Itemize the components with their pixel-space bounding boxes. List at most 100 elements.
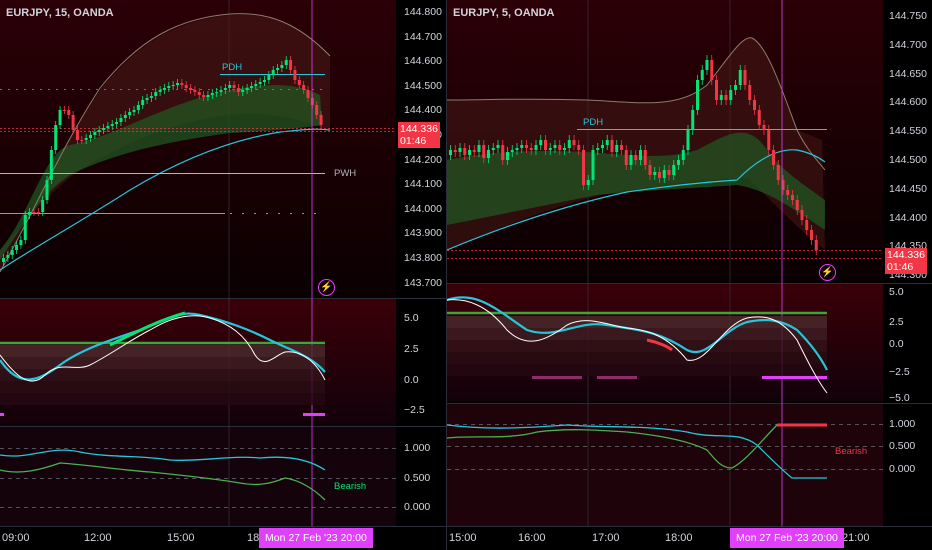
candle-body bbox=[28, 212, 32, 215]
axis-tick-label: 144.550 bbox=[889, 125, 927, 138]
crosshair-time-label: Mon 27 Feb '23 20:00 bbox=[259, 528, 373, 548]
candle-body bbox=[284, 60, 288, 65]
candle-body bbox=[591, 150, 595, 180]
candle-body bbox=[267, 75, 271, 80]
candle-body bbox=[548, 148, 552, 150]
candle-body bbox=[715, 80, 718, 100]
candle-body bbox=[805, 220, 809, 230]
axis-tick-label: 144.500 bbox=[404, 79, 442, 92]
candle-body bbox=[119, 118, 123, 122]
candle-body bbox=[515, 148, 519, 150]
axis-tick-label: 09:00 bbox=[2, 532, 30, 544]
axis-tick-label: −2.5 bbox=[404, 404, 425, 416]
axis-tick-label: 144.800 bbox=[404, 6, 442, 18]
candle-body bbox=[158, 90, 162, 92]
axis-tick-label: 0.000 bbox=[889, 463, 916, 475]
candle-body bbox=[753, 100, 756, 110]
candle-body bbox=[223, 88, 227, 90]
candle-body bbox=[80, 140, 84, 141]
candle-body bbox=[791, 195, 794, 200]
last-price-tag: 144.336 01:46 bbox=[885, 248, 927, 274]
candle-body bbox=[681, 150, 685, 160]
axis-tick-label: 2.5 bbox=[889, 316, 904, 328]
candle-body bbox=[472, 150, 476, 152]
chart-pane-right[interactable]: EURJPY, 5, OANDA PDH Bearish 144.750 144.… bbox=[447, 0, 932, 550]
candle-body bbox=[544, 140, 547, 150]
crosshair-time-label: Mon 27 Feb '23 20:00 bbox=[730, 528, 844, 548]
axis-tick-label: 144.750 bbox=[889, 10, 927, 22]
axis-tick-label: 143.900 bbox=[404, 227, 442, 240]
candle-body bbox=[658, 172, 661, 178]
candle-body bbox=[315, 105, 319, 115]
candle-body bbox=[482, 145, 486, 158]
axis-tick-label: 144.650 bbox=[889, 67, 927, 80]
candle-body bbox=[700, 70, 704, 80]
candle-body bbox=[110, 124, 114, 126]
candle-body bbox=[539, 140, 543, 145]
candle-body bbox=[136, 105, 140, 110]
candle-body bbox=[128, 112, 132, 115]
axis-tick-label: 15:00 bbox=[449, 532, 477, 544]
candle-body bbox=[496, 145, 500, 148]
candle-body bbox=[487, 150, 490, 158]
candle-body bbox=[648, 165, 652, 175]
lightning-bolt-icon[interactable]: ⚡ bbox=[318, 279, 335, 296]
candle-body bbox=[271, 70, 275, 75]
candle-body bbox=[176, 83, 179, 85]
candle-body bbox=[263, 80, 266, 82]
candle-body bbox=[41, 200, 45, 212]
candle-body bbox=[202, 95, 206, 97]
candle-body bbox=[501, 145, 505, 160]
candle-body bbox=[525, 145, 528, 148]
axis-tick-label: 143.800 bbox=[404, 252, 442, 264]
candle-body bbox=[58, 110, 62, 125]
candle-body bbox=[605, 140, 609, 145]
axis-tick-label: 0.0 bbox=[889, 338, 904, 350]
candle-body bbox=[762, 125, 766, 130]
axis-tick-label: 144.450 bbox=[889, 182, 927, 195]
candle-body bbox=[767, 130, 771, 150]
candle-body bbox=[810, 230, 813, 240]
candle-body bbox=[615, 145, 619, 152]
candle-body bbox=[786, 190, 790, 195]
candle-body bbox=[596, 148, 600, 150]
candle-body bbox=[75, 130, 79, 140]
candle-body bbox=[586, 180, 590, 185]
candle-body bbox=[563, 148, 566, 150]
candle-body bbox=[491, 148, 495, 150]
candle-body bbox=[276, 68, 280, 70]
axis-tick-label: 0.500 bbox=[404, 472, 431, 484]
axis-tick-label: 0.0 bbox=[404, 374, 419, 386]
candle-body bbox=[738, 70, 742, 85]
candle-body bbox=[724, 95, 728, 100]
candle-body bbox=[228, 85, 232, 88]
candle-body bbox=[245, 88, 249, 90]
axis-tick-label: −2.5 bbox=[889, 366, 910, 378]
candle-body bbox=[306, 90, 310, 98]
candle-body bbox=[10, 250, 14, 255]
axis-tick-label: 0.500 bbox=[889, 440, 916, 452]
candle-body bbox=[620, 145, 623, 150]
chart-pane-left[interactable]: EURJPY, 15, OANDA PDH PWH Bearish 144.80… bbox=[0, 0, 446, 550]
candle-body bbox=[529, 148, 533, 150]
candle-body bbox=[520, 145, 524, 148]
candle-body bbox=[97, 130, 101, 132]
candle-body bbox=[49, 150, 53, 180]
right-chart-canvas[interactable] bbox=[447, 0, 932, 550]
axis-tick-label: 17:00 bbox=[592, 532, 620, 544]
candle-body bbox=[653, 172, 657, 175]
bar-countdown: 01:46 bbox=[887, 261, 914, 273]
lightning-bolt-icon[interactable]: ⚡ bbox=[819, 264, 836, 281]
axis-tick-label: 144.100 bbox=[404, 178, 442, 191]
axis-tick-label: 21:00 bbox=[842, 532, 870, 544]
candle-body bbox=[297, 80, 301, 85]
candle-body bbox=[145, 98, 149, 100]
last-price-value: 144.336 bbox=[400, 123, 438, 135]
candle-body bbox=[705, 60, 709, 70]
bar-countdown: 01:46 bbox=[400, 135, 427, 147]
left-chart-canvas[interactable] bbox=[0, 0, 446, 550]
candle-body bbox=[215, 92, 219, 93]
pdh-label: PDH bbox=[222, 62, 243, 73]
axis-tick-label: 1.000 bbox=[404, 442, 431, 454]
candle-body bbox=[6, 255, 10, 258]
